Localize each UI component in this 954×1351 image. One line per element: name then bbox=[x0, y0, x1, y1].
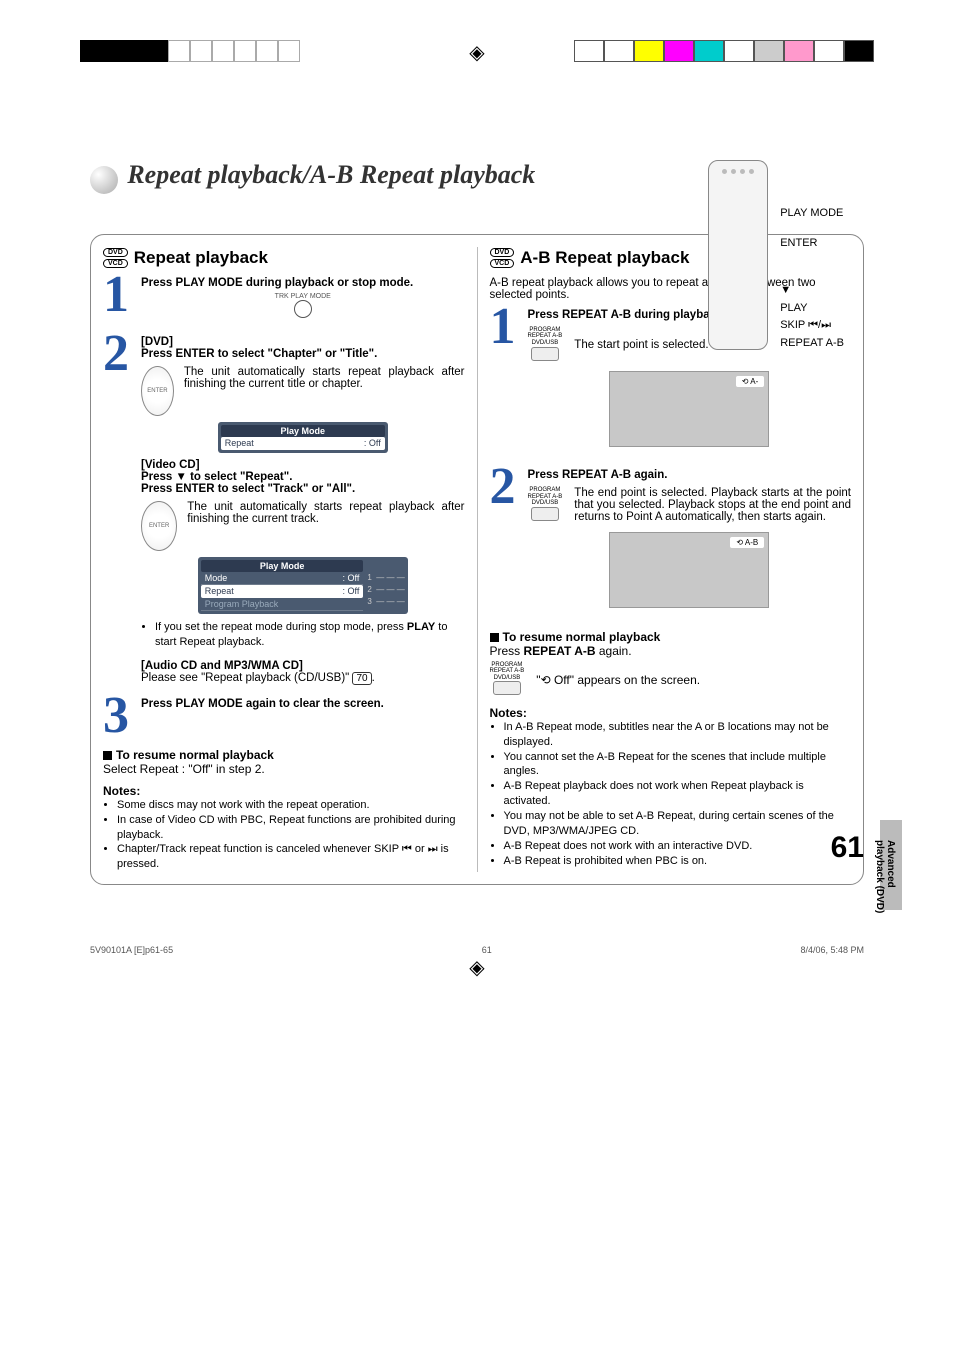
step1-instruction: Press PLAY MODE during playback or stop … bbox=[141, 277, 413, 289]
repeat-playback-section: DVDVCD Repeat playback 1 Press PLAY MODE… bbox=[103, 247, 465, 872]
ab-step2-instr: Press REPEAT A-B again. bbox=[528, 469, 668, 481]
osd-playmode-dvd: Play Mode Repeat: Off bbox=[218, 422, 388, 453]
sphere-bullet-icon bbox=[90, 166, 118, 194]
osd-playmode-vcd: Play Mode Mode: Off Repeat: Off Program … bbox=[198, 557, 408, 614]
audio-label: [Audio CD and MP3/WMA CD] bbox=[141, 660, 303, 672]
notes-heading-left: Notes: bbox=[103, 784, 465, 798]
repeat-ab-button-icon: PROGRAM REPEAT A-B DVD/USB bbox=[528, 327, 563, 363]
resume-body-right: Press REPEAT A-B again. bbox=[490, 644, 852, 658]
remote-label-playmode: PLAY MODE bbox=[780, 205, 844, 223]
notes-list-right: In A-B Repeat mode, subtitles near the A… bbox=[490, 720, 852, 868]
footer-left: 5V90101A [E]p61-65 bbox=[90, 945, 173, 955]
register-mark-icon: ◈ bbox=[0, 955, 954, 980]
square-marker-icon bbox=[103, 751, 112, 760]
remote-control-icon bbox=[708, 160, 768, 350]
side-tab-label: Advanced playback (DVD) bbox=[874, 840, 896, 925]
section-title-repeat: Repeat playback bbox=[134, 248, 268, 268]
stop-mode-note: If you set the repeat mode during stop m… bbox=[155, 620, 465, 650]
notes-heading-right: Notes: bbox=[490, 706, 852, 720]
screen-preview-ab: ⟲ A-B bbox=[609, 532, 769, 608]
resume-heading-right: To resume normal playback bbox=[503, 630, 661, 644]
step-number-3: 3 bbox=[103, 698, 133, 734]
off-message: "⟲ Off" appears on the screen. bbox=[536, 673, 700, 687]
vcd-line1: Press ▼ to select "Repeat". bbox=[141, 471, 292, 483]
dvd-label: [DVD] bbox=[141, 336, 173, 348]
notes-list-left: Some discs may not work with the repeat … bbox=[103, 798, 465, 872]
repeat-ab-button-icon: PROGRAM REPEAT A-B DVD/USB bbox=[490, 662, 525, 698]
screen-preview-a: ⟲ A- bbox=[609, 371, 769, 447]
page-number: 61 bbox=[831, 831, 864, 865]
remote-diagram: PLAY MODE ENTER ▼ PLAY SKIP ⏮/⏭ REPEAT A… bbox=[708, 160, 844, 353]
audio-body: Please see "Repeat playback (CD/USB)" 70… bbox=[141, 672, 375, 684]
footer-right: 8/4/06, 5:48 PM bbox=[800, 945, 864, 955]
step3-instruction: Press PLAY MODE again to clear the scree… bbox=[141, 698, 384, 710]
footer: 5V90101A [E]p61-65 61 8/4/06, 5:48 PM bbox=[0, 945, 954, 955]
dvd-body-text: The unit automatically starts repeat pla… bbox=[184, 366, 465, 390]
ab-step2-body: The end point is selected. Playback star… bbox=[574, 487, 851, 523]
ab-step1-instr: Press REPEAT A-B during playback. bbox=[528, 309, 726, 321]
step-number-1: 1 bbox=[103, 277, 133, 313]
vcd-label: [Video CD] bbox=[141, 459, 200, 471]
enter-pad-icon: ENTER bbox=[141, 501, 177, 551]
registration-marks: ◈ bbox=[0, 0, 954, 60]
vcd-line2: Press ENTER to select "Track" or "All". bbox=[141, 483, 355, 495]
disc-badge: DVDVCD bbox=[490, 247, 515, 269]
ab-step1-body: The start point is selected. bbox=[574, 339, 708, 351]
section-title-ab: A-B Repeat playback bbox=[520, 248, 689, 268]
remote-label-repeat: REPEAT A-B bbox=[780, 335, 844, 353]
repeat-ab-button-icon: PROGRAM REPEAT A-B DVD/USB bbox=[528, 487, 563, 523]
enter-pad-icon: ENTER bbox=[141, 366, 174, 416]
square-marker-icon bbox=[490, 633, 499, 642]
step-number-2: 2 bbox=[103, 336, 133, 372]
step-number-2: 2 bbox=[490, 469, 520, 505]
remote-label-down: ▼ bbox=[780, 282, 844, 300]
vcd-body-text: The unit automatically starts repeat pla… bbox=[187, 501, 464, 525]
playmode-button-icon: TRK PLAY MODE bbox=[141, 293, 465, 318]
remote-label-play: PLAY bbox=[780, 300, 844, 318]
resume-heading-left: To resume normal playback bbox=[116, 748, 274, 762]
step-number-1: 1 bbox=[490, 309, 520, 345]
dvd-instruction: Press ENTER to select "Chapter" or "Titl… bbox=[141, 348, 377, 360]
remote-label-enter: ENTER bbox=[780, 235, 844, 253]
remote-label-skip: SKIP ⏮/⏭ bbox=[780, 317, 844, 335]
black-calibration-bars bbox=[80, 40, 300, 62]
column-divider bbox=[477, 247, 478, 872]
resume-body-left: Select Repeat : "Off" in step 2. bbox=[103, 762, 465, 776]
color-calibration-bars bbox=[574, 40, 874, 62]
footer-center: 61 bbox=[482, 945, 492, 955]
